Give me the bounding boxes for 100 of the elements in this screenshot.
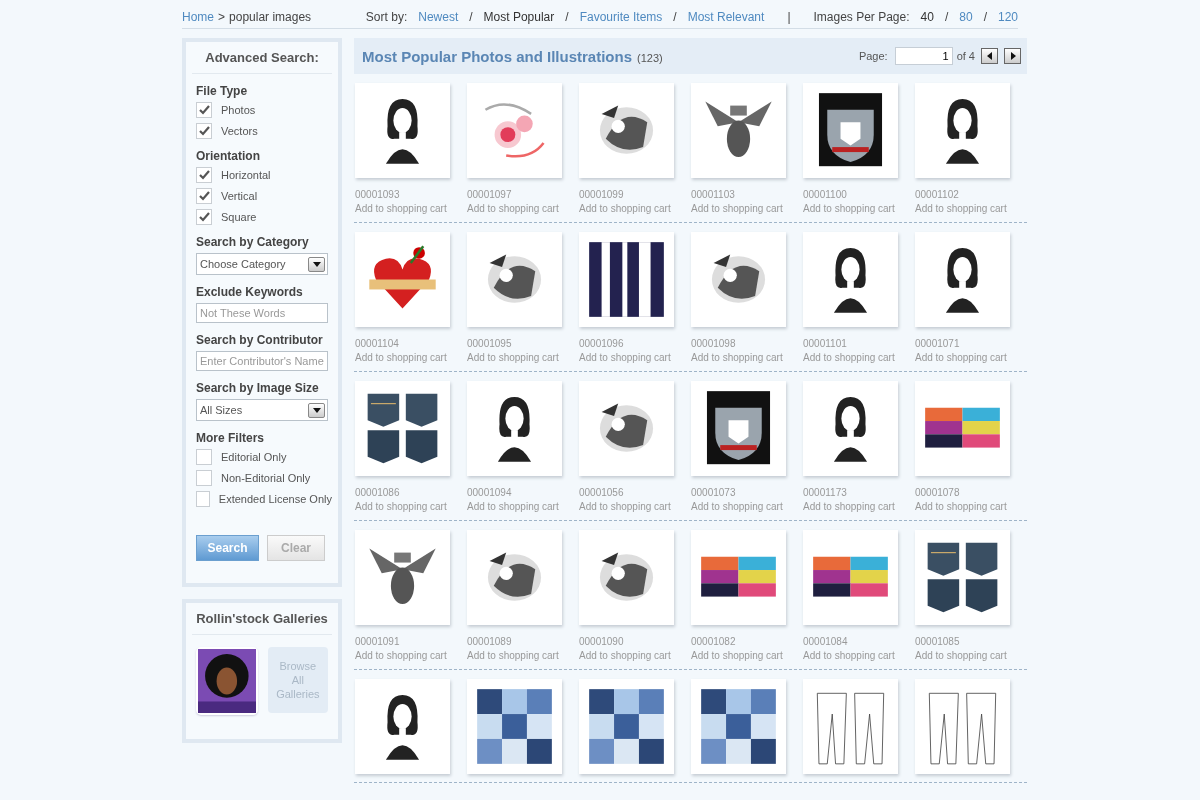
image-thumbnail[interactable]	[803, 381, 898, 476]
add-to-cart-link[interactable]: Add to shopping cart	[467, 501, 579, 512]
per-page-label: Images Per Page:	[813, 10, 910, 24]
checkbox[interactable]	[196, 491, 210, 507]
image-thumbnail[interactable]	[803, 83, 898, 178]
checkmark-icon	[198, 212, 210, 222]
image-thumbnail[interactable]	[355, 530, 450, 625]
checkbox[interactable]	[196, 123, 212, 139]
sort-link[interactable]: Most Popular	[483, 10, 555, 24]
add-to-cart-link[interactable]: Add to shopping cart	[579, 203, 691, 214]
page-field[interactable]: 1	[894, 47, 953, 65]
add-to-cart-link[interactable]: Add to shopping cart	[691, 203, 803, 214]
image-thumbnail[interactable]	[691, 381, 786, 476]
image-thumbnail[interactable]	[579, 381, 674, 476]
image-thumbnail[interactable]	[467, 381, 562, 476]
section-title: Exclude Keywords	[196, 285, 304, 299]
add-to-cart-link[interactable]: Add to shopping cart	[691, 352, 803, 363]
add-to-cart-link[interactable]: Add to shopping cart	[467, 203, 579, 214]
sort-link[interactable]: 120	[997, 10, 1018, 24]
add-to-cart-link[interactable]: Add to shopping cart	[691, 650, 803, 661]
left-arrow-icon	[985, 52, 994, 60]
image-thumbnail[interactable]	[355, 679, 450, 774]
add-to-cart-link[interactable]: Add to shopping cart	[579, 501, 691, 512]
image-thumbnail[interactable]	[691, 232, 786, 327]
input-field[interactable]: Enter Contributor's Name	[196, 351, 328, 371]
add-to-cart-link[interactable]: Add to shopping cart	[355, 650, 467, 661]
image-thumbnail[interactable]	[803, 679, 898, 774]
image-thumbnail[interactable]	[803, 232, 898, 327]
add-to-cart-link[interactable]: Add to shopping cart	[803, 203, 915, 214]
checkbox[interactable]	[196, 209, 212, 225]
image-thumbnail[interactable]	[915, 679, 1010, 774]
add-to-cart-link[interactable]: Add to shopping cart	[579, 650, 691, 661]
image-thumbnail[interactable]	[803, 530, 898, 625]
checkbox[interactable]	[196, 188, 212, 204]
clear-button[interactable]: Clear	[267, 535, 325, 561]
add-to-cart-link[interactable]: Add to shopping cart	[803, 501, 915, 512]
image-thumbnail[interactable]	[691, 530, 786, 625]
image-thumbnail[interactable]	[915, 83, 1010, 178]
add-to-cart-link[interactable]: Add to shopping cart	[355, 352, 467, 363]
checkbox[interactable]	[196, 167, 212, 183]
image-thumbnail[interactable]	[467, 679, 562, 774]
image-id: 00001094	[467, 487, 513, 498]
image-thumbnail[interactable]	[915, 232, 1010, 327]
gallery-thumbnail[interactable]	[196, 647, 258, 715]
image-thumbnail[interactable]	[355, 381, 450, 476]
add-to-cart-link[interactable]: Add to shopping cart	[355, 203, 467, 214]
home-link[interactable]: Home	[182, 10, 214, 24]
image-thumbnail[interactable]	[691, 679, 786, 774]
next-page-button[interactable]	[1004, 48, 1021, 64]
add-to-cart-link[interactable]: Add to shopping cart	[803, 352, 915, 363]
checkmark-icon	[198, 170, 210, 180]
image-thumbnail[interactable]	[579, 232, 674, 327]
sort-link[interactable]: Most Relevant	[687, 10, 765, 24]
add-to-cart-link[interactable]: Add to shopping cart	[915, 203, 1027, 214]
image-thumbnail[interactable]	[467, 232, 562, 327]
sort-link[interactable]: 40	[920, 10, 934, 24]
add-to-cart-link[interactable]: Add to shopping cart	[691, 501, 803, 512]
dropdown-button[interactable]	[308, 402, 325, 418]
checkbox-label: Horizontal	[221, 169, 271, 181]
image-id: 00001089	[467, 636, 513, 647]
add-to-cart-link[interactable]: Add to shopping cart	[915, 352, 1027, 363]
breadcrumb-current: popular images	[229, 10, 312, 24]
add-to-cart-link[interactable]: Add to shopping cart	[467, 650, 579, 661]
add-to-cart-link[interactable]: Add to shopping cart	[467, 352, 579, 363]
sort-link[interactable]: Favourite Items	[579, 10, 663, 24]
image-thumbnail[interactable]	[355, 232, 450, 327]
input-field[interactable]: Not These Words	[196, 303, 328, 323]
dropdown-button[interactable]	[308, 256, 325, 272]
image-id: 00001098	[691, 338, 737, 349]
image-id: 00001102	[915, 189, 960, 200]
image-id: 00001085	[915, 636, 961, 647]
image-thumbnail[interactable]	[915, 530, 1010, 625]
checkbox-label: Vectors	[221, 125, 258, 137]
page-label: Page:	[858, 50, 888, 62]
browse-galleries-button[interactable]: Browse All Galleries	[267, 647, 328, 713]
sort-link[interactable]: 80	[959, 10, 973, 24]
checkbox[interactable]	[196, 470, 212, 486]
image-thumbnail[interactable]	[915, 381, 1010, 476]
image-thumbnail[interactable]	[355, 83, 450, 178]
add-to-cart-link[interactable]: Add to shopping cart	[355, 501, 467, 512]
image-id: 00001071	[915, 338, 961, 349]
image-thumbnail[interactable]	[691, 83, 786, 178]
checkbox[interactable]	[196, 449, 212, 465]
image-thumbnail[interactable]	[579, 530, 674, 625]
search-button[interactable]: Search	[196, 535, 259, 561]
image-thumbnail[interactable]	[467, 530, 562, 625]
add-to-cart-link[interactable]: Add to shopping cart	[579, 352, 691, 363]
sort-link[interactable]: Newest	[418, 10, 459, 24]
dropdown[interactable]: All Sizes	[196, 399, 328, 421]
image-thumbnail[interactable]	[467, 83, 562, 178]
section-title: Search by Category	[196, 235, 310, 249]
previous-page-button[interactable]	[981, 48, 998, 64]
image-id: 00001096	[579, 338, 625, 349]
checkbox[interactable]	[196, 102, 212, 118]
dropdown[interactable]: Choose Category	[196, 253, 328, 275]
image-thumbnail[interactable]	[579, 83, 674, 178]
add-to-cart-link[interactable]: Add to shopping cart	[915, 501, 1027, 512]
add-to-cart-link[interactable]: Add to shopping cart	[915, 650, 1027, 661]
add-to-cart-link[interactable]: Add to shopping cart	[803, 650, 915, 661]
image-thumbnail[interactable]	[579, 679, 674, 774]
